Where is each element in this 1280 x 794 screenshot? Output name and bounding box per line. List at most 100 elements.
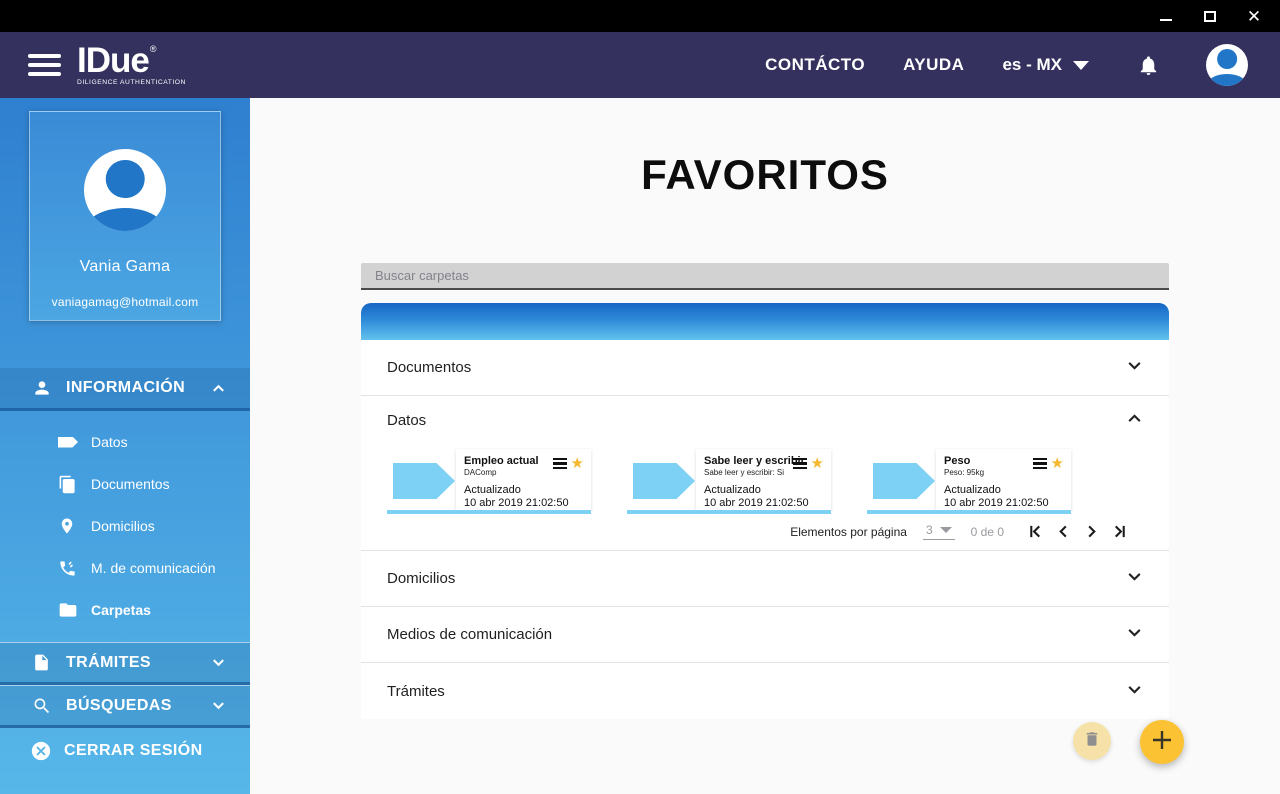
chevron-down-icon: [939, 527, 952, 533]
tag-arrow-icon: [873, 463, 935, 499]
tag-arrow-icon: [393, 463, 455, 499]
card-underline: [627, 510, 831, 514]
accordion-row-label: Documentos: [387, 359, 472, 376]
logout-button[interactable]: CERRAR SESIÓN: [0, 728, 250, 774]
logo-text: IDue: [77, 41, 150, 81]
close-circle-icon: [30, 740, 52, 762]
accordion-row-label: Domicilios: [387, 570, 456, 587]
sidebar-item-carpetas[interactable]: Carpetas: [0, 589, 250, 631]
sidebar-section-tramites[interactable]: TRÁMITES: [0, 642, 250, 685]
menu-icon[interactable]: [28, 49, 61, 81]
logout-label: CERRAR SESIÓN: [64, 742, 203, 759]
sidebar: Vania Gama vaniagamag@hotmail.com INFORM…: [0, 98, 250, 794]
add-button[interactable]: [1140, 720, 1184, 764]
favorite-card[interactable]: Peso Peso: 95kg ★ Actualizado 10 abr 201…: [867, 444, 1071, 514]
sidebar-section-label: INFORMACIÓN: [66, 379, 186, 396]
accordion-header-bar: [361, 303, 1169, 340]
card-status: Actualizado: [704, 484, 761, 496]
page-range: 0 de 0: [970, 524, 1004, 539]
accordion-row-medios[interactable]: Medios de comunicación: [361, 607, 1169, 663]
card-menu-icon[interactable]: [552, 456, 567, 471]
bell-icon[interactable]: [1137, 54, 1160, 77]
language-selector[interactable]: es - MX: [1002, 55, 1089, 75]
accordion-row-label: Datos: [387, 411, 427, 429]
page-title: FAVORITOS: [641, 151, 889, 198]
pagination: Elementos por página 3 0 de 0: [361, 514, 1169, 546]
next-page-icon[interactable]: [1084, 524, 1099, 539]
folder-icon: [58, 600, 78, 620]
profile-avatar: [84, 149, 166, 231]
card-status: Actualizado: [944, 484, 1001, 496]
card-menu-icon[interactable]: [1032, 456, 1047, 471]
accordion-row-domicilios[interactable]: Domicilios: [361, 551, 1169, 607]
documents-icon: [58, 474, 78, 494]
profile-name: Vania Gama: [79, 258, 171, 275]
tag-icon: [58, 432, 78, 452]
accordion-row-tramites[interactable]: Trámites: [361, 663, 1169, 719]
app-logo: IDue ® DILIGENCE AUTHENTICATION: [77, 43, 186, 87]
pagination-label: Elementos por página: [790, 524, 907, 539]
sidebar-section-label: BÚSQUEDAS: [66, 696, 172, 714]
chevron-down-icon: [1073, 60, 1089, 70]
chevron-down-icon: [1126, 681, 1143, 702]
registered-mark: ®: [149, 44, 157, 55]
favorite-card[interactable]: Empleo actual DAComp ★ Actualizado 10 ab…: [387, 444, 591, 514]
accordion-row-documentos[interactable]: Documentos: [361, 340, 1169, 396]
page-size-select[interactable]: 3: [922, 523, 955, 540]
search-icon: [32, 696, 52, 716]
profile-email: vaniagamag@hotmail.com: [51, 295, 199, 309]
card-date: 10 abr 2019 21:02:50: [944, 497, 1049, 509]
star-icon[interactable]: ★: [571, 456, 584, 471]
first-page-icon[interactable]: [1028, 524, 1043, 539]
maximize-icon[interactable]: [1202, 8, 1218, 24]
sidebar-item-domicilios[interactable]: Domicilios: [0, 505, 250, 547]
card-underline: [387, 510, 591, 514]
tag-arrow-icon: [633, 463, 695, 499]
card-date: 10 abr 2019 21:02:50: [704, 497, 809, 509]
close-icon[interactable]: ✕: [1246, 8, 1262, 25]
nav-contact-link[interactable]: CONTÁCTO: [765, 55, 865, 75]
user-avatar[interactable]: [1206, 44, 1248, 86]
location-pin-icon: [58, 516, 78, 536]
favorite-card[interactable]: Sabe leer y escribir Sabe leer y escribi…: [627, 444, 831, 514]
sidebar-nav: INFORMACIÓN Datos Documentos Domicilios: [0, 368, 250, 774]
sidebar-item-label: Datos: [91, 434, 128, 450]
sidebar-section-informacion[interactable]: INFORMACIÓN: [0, 368, 250, 411]
card-date: 10 abr 2019 21:02:50: [464, 497, 569, 509]
chevron-down-icon: [211, 698, 226, 713]
sidebar-item-comunicacion[interactable]: M. de comunicación: [0, 547, 250, 589]
sidebar-item-label: Documentos: [91, 476, 170, 492]
sidebar-section-busquedas[interactable]: BÚSQUEDAS: [0, 685, 250, 728]
language-value: es - MX: [1002, 55, 1062, 74]
profile-card: Vania Gama vaniagamag@hotmail.com: [29, 111, 221, 321]
card-menu-icon[interactable]: [792, 456, 807, 471]
star-icon[interactable]: ★: [811, 456, 824, 471]
previous-page-icon[interactable]: [1056, 524, 1071, 539]
accordion-row-datos[interactable]: Datos: [361, 396, 1169, 444]
chevron-down-icon: [1126, 624, 1143, 645]
accordion-row-label: Medios de comunicación: [387, 626, 553, 643]
minimize-icon[interactable]: [1158, 8, 1174, 24]
chevron-up-icon: [1126, 410, 1143, 431]
phone-icon: [58, 558, 78, 578]
search-input[interactable]: [361, 263, 1169, 290]
nav-help-link[interactable]: AYUDA: [903, 55, 964, 75]
sidebar-item-datos[interactable]: Datos: [0, 421, 250, 463]
sidebar-section-label: TRÁMITES: [66, 653, 151, 671]
person-icon: [32, 378, 52, 398]
chevron-down-icon: [211, 655, 226, 670]
sidebar-item-documentos[interactable]: Documentos: [0, 463, 250, 505]
logo-tagline: DILIGENCE AUTHENTICATION: [77, 79, 186, 87]
delete-button[interactable]: [1073, 722, 1111, 760]
sidebar-item-label: M. de comunicación: [91, 560, 216, 576]
card-underline: [867, 510, 1071, 514]
document-icon: [32, 653, 52, 673]
main-content: FAVORITOS Documentos Datos: [250, 98, 1280, 794]
app-header: IDue ® DILIGENCE AUTHENTICATION CONTÁCTO…: [0, 32, 1280, 98]
chevron-down-icon: [1126, 357, 1143, 378]
plus-icon: [1150, 728, 1174, 757]
card-status: Actualizado: [464, 484, 521, 496]
star-icon[interactable]: ★: [1051, 456, 1064, 471]
sidebar-item-label: Domicilios: [91, 518, 155, 534]
last-page-icon[interactable]: [1112, 524, 1127, 539]
